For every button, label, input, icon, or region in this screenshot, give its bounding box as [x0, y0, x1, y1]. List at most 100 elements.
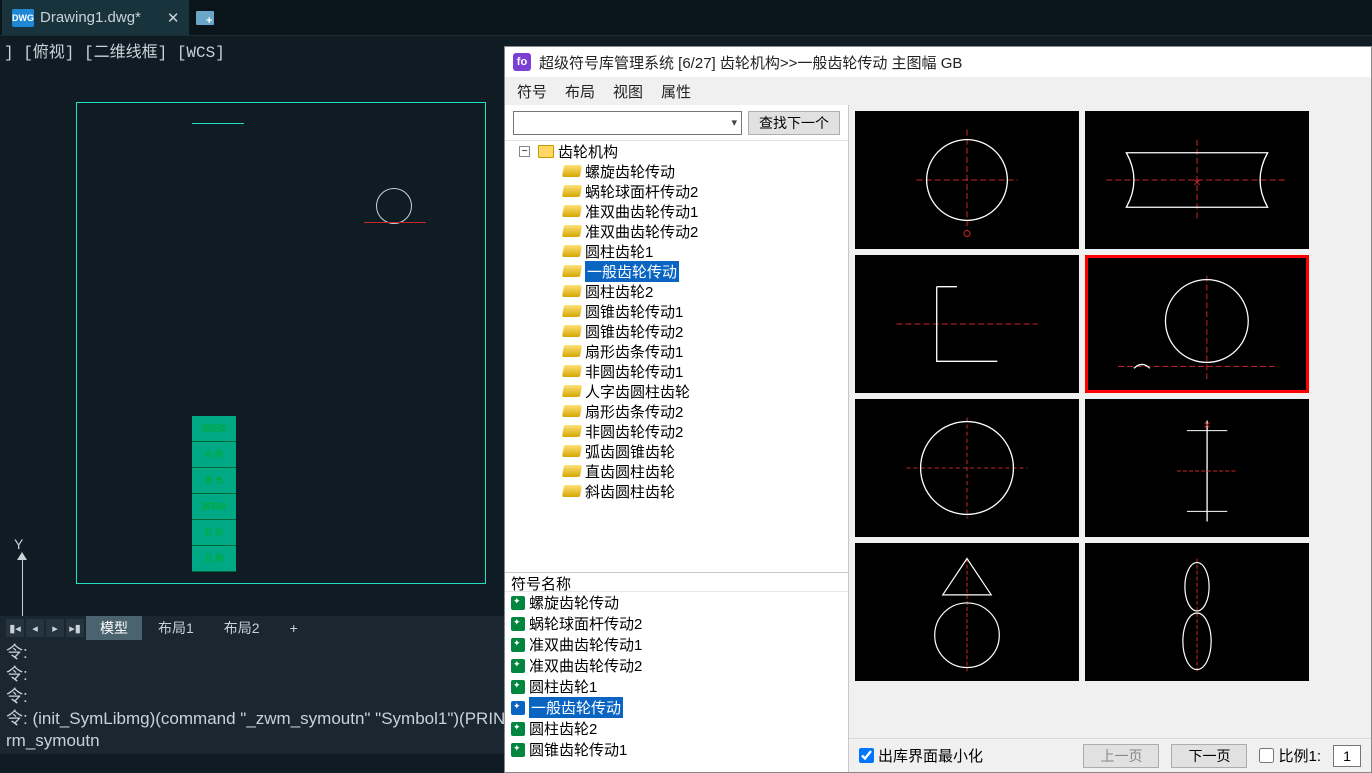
tree-item[interactable]: 人字齿圆柱齿轮 — [505, 381, 848, 401]
tree-item[interactable]: 斜齿圆柱齿轮 — [505, 481, 848, 501]
block-icon — [562, 285, 582, 297]
list-item[interactable]: 准双曲齿轮传动1 — [505, 634, 848, 655]
minimize-checkbox[interactable]: 出库界面最小化 — [859, 745, 983, 766]
category-tree[interactable]: − 齿轮机构 螺旋齿轮传动 蜗轮球面杆传动2 准双曲齿轮传动1 准双曲齿轮传动2… — [505, 141, 848, 572]
block-icon — [562, 185, 582, 197]
tree-item[interactable]: 非圆齿轮传动1 — [505, 361, 848, 381]
block-icon — [562, 405, 582, 417]
tree-item[interactable]: 非圆齿轮传动2 — [505, 421, 848, 441]
tree-item-selected[interactable]: 一般齿轮传动 — [505, 261, 848, 281]
tree-item[interactable]: 准双曲齿轮传动1 — [505, 201, 848, 221]
thumbnail-pane: ✕ ✕ 出库界面最小化 上一页 下一页 比例1: — [849, 105, 1371, 772]
block-icon — [562, 205, 582, 217]
next-layout-icon[interactable]: ▸ — [46, 619, 64, 637]
title-block: 图纸简名 称更 改 固有财打 印日 期 — [192, 416, 236, 572]
y-axis-label: Y — [14, 536, 23, 552]
thumbnail-selected[interactable] — [1085, 255, 1309, 393]
thumbnail[interactable] — [855, 111, 1079, 249]
tree-item[interactable]: 直齿圆柱齿轮 — [505, 461, 848, 481]
thumbnail[interactable]: ✕ — [1085, 399, 1309, 537]
svg-text:✕: ✕ — [1203, 421, 1211, 432]
block-icon — [562, 305, 582, 317]
tab-layout2[interactable]: 布局2 — [210, 616, 274, 640]
dialog-title: 超级符号库管理系统 [6/27] 齿轮机构>>一般齿轮传动 主图幅 GB — [539, 52, 962, 73]
search-input[interactable]: ▾ — [513, 111, 742, 135]
thumbnail[interactable] — [855, 399, 1079, 537]
tree-item[interactable]: 螺旋齿轮传动 — [505, 161, 848, 181]
block-icon — [562, 465, 582, 477]
ratio-checkbox[interactable]: 比例1: — [1259, 745, 1321, 766]
tree-item[interactable]: 弧齿圆锥齿轮 — [505, 441, 848, 461]
close-icon[interactable]: ✕ — [167, 9, 180, 27]
tree-root[interactable]: − 齿轮机构 — [505, 141, 848, 161]
symbol-list[interactable]: 螺旋齿轮传动 蜗轮球面杆传动2 准双曲齿轮传动1 准双曲齿轮传动2 圆柱齿轮1 … — [505, 592, 848, 772]
ratio-input[interactable] — [1333, 745, 1361, 767]
first-layout-icon[interactable]: ▮◂ — [6, 619, 24, 637]
block-icon — [562, 265, 582, 277]
prev-layout-icon[interactable]: ◂ — [26, 619, 44, 637]
file-tab[interactable]: DWG Drawing1.dwg* ✕ — [2, 0, 190, 35]
list-item[interactable]: 蜗轮球面杆传动2 — [505, 613, 848, 634]
tree-item[interactable]: 圆柱齿轮1 — [505, 241, 848, 261]
block-icon — [562, 325, 582, 337]
thumbnail[interactable] — [855, 255, 1079, 393]
tab-layout1[interactable]: 布局1 — [144, 616, 208, 640]
symbol-library-dialog: fo 超级符号库管理系统 [6/27] 齿轮机构>>一般齿轮传动 主图幅 GB … — [504, 46, 1372, 773]
folder-icon — [538, 145, 554, 158]
block-icon — [562, 165, 582, 177]
block-icon — [562, 445, 582, 457]
app-icon: fo — [513, 53, 531, 71]
tree-item[interactable]: 扇形齿条传动2 — [505, 401, 848, 421]
tab-model[interactable]: 模型 — [86, 616, 142, 640]
list-item[interactable]: 准双曲齿轮传动2 — [505, 655, 848, 676]
tree-item[interactable]: 圆柱齿轮2 — [505, 281, 848, 301]
chevron-down-icon: ▾ — [731, 116, 737, 129]
block-icon — [562, 485, 582, 497]
menu-layout[interactable]: 布局 — [565, 81, 595, 102]
menu-view[interactable]: 视图 — [613, 81, 643, 102]
symbol-icon — [511, 701, 525, 715]
inserted-symbol — [376, 188, 426, 223]
tree-item[interactable]: 扇形齿条传动1 — [505, 341, 848, 361]
add-layout-button[interactable]: + — [276, 618, 312, 638]
list-item-selected[interactable]: 一般齿轮传动 — [505, 697, 848, 718]
dialog-titlebar[interactable]: fo 超级符号库管理系统 [6/27] 齿轮机构>>一般齿轮传动 主图幅 GB — [505, 47, 1371, 77]
dwg-icon: DWG — [12, 9, 34, 27]
tree-item[interactable]: 圆锥齿轮传动1 — [505, 301, 848, 321]
symbol-icon — [511, 638, 525, 652]
list-item[interactable]: 圆锥齿轮传动1 — [505, 739, 848, 760]
thumbnail-footer: 出库界面最小化 上一页 下一页 比例1: — [849, 738, 1371, 772]
list-item[interactable]: 螺旋齿轮传动 — [505, 592, 848, 613]
menu-symbol[interactable]: 符号 — [517, 81, 547, 102]
tree-item[interactable]: 准双曲齿轮传动2 — [505, 221, 848, 241]
new-tab-button[interactable] — [190, 0, 220, 35]
list-item[interactable]: 圆柱齿轮2 — [505, 718, 848, 739]
thumbnail[interactable]: ✕ — [1085, 111, 1309, 249]
menu-properties[interactable]: 属性 — [661, 81, 691, 102]
drawing-frame — [76, 102, 486, 584]
dialog-menubar: 符号 布局 视图 属性 — [505, 77, 1371, 105]
block-icon — [562, 425, 582, 437]
list-item[interactable]: 圆柱齿轮1 — [505, 676, 848, 697]
symbol-icon — [511, 743, 525, 757]
symbol-icon — [511, 680, 525, 694]
block-icon — [562, 245, 582, 257]
thumbnail[interactable] — [855, 543, 1079, 681]
block-icon — [562, 225, 582, 237]
collapse-icon[interactable]: − — [519, 146, 530, 157]
thumbnail-grid: ✕ ✕ — [849, 105, 1371, 738]
drawing-frame-notch — [192, 102, 244, 124]
thumbnail[interactable] — [1085, 543, 1309, 681]
checkbox-input[interactable] — [1259, 748, 1274, 763]
tree-item[interactable]: 蜗轮球面杆传动2 — [505, 181, 848, 201]
block-icon — [562, 385, 582, 397]
next-page-button[interactable]: 下一页 — [1171, 744, 1247, 768]
tree-item[interactable]: 圆锥齿轮传动2 — [505, 321, 848, 341]
prev-page-button[interactable]: 上一页 — [1083, 744, 1159, 768]
last-layout-icon[interactable]: ▸▮ — [66, 619, 84, 637]
file-tabstrip: DWG Drawing1.dwg* ✕ — [0, 0, 1372, 36]
find-next-button[interactable]: 查找下一个 — [748, 111, 840, 135]
plus-icon — [196, 11, 214, 25]
checkbox-input[interactable] — [859, 748, 874, 763]
block-icon — [562, 345, 582, 357]
